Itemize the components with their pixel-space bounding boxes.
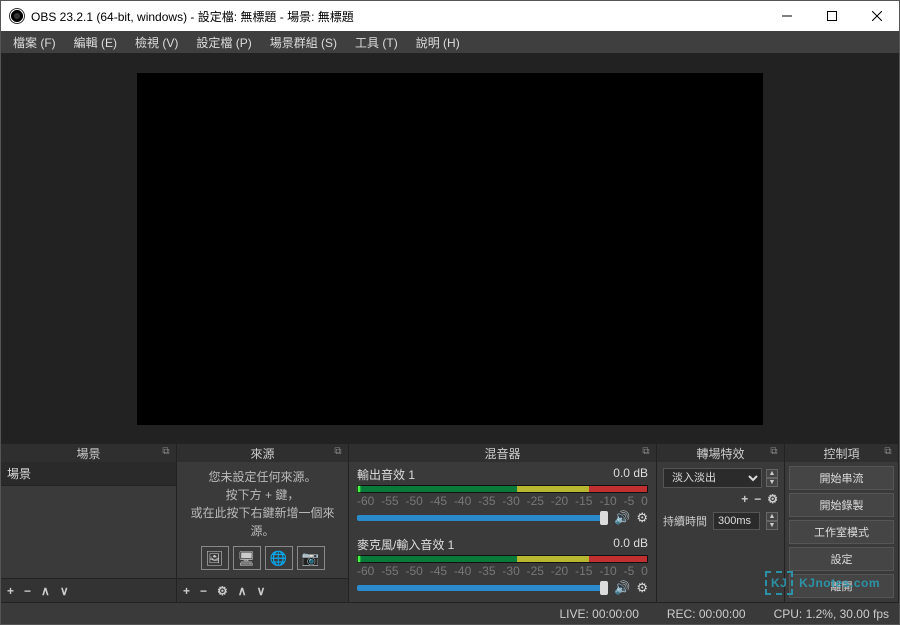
status-live: LIVE: 00:00:00 — [559, 607, 638, 621]
scenes-header: 場景 — [76, 445, 100, 462]
scene-down-button[interactable]: ∨ — [60, 584, 69, 598]
sources-panel: 來源 ⧉ 您未設定任何來源。 按下方 + 鍵， 或在此按下右鍵新增一個來源。 🖼 … — [177, 444, 349, 602]
sources-list[interactable]: 您未設定任何來源。 按下方 + 鍵， 或在此按下右鍵新增一個來源。 🖼 🖥 🌐 … — [177, 462, 348, 578]
undock-icon[interactable]: ⧉ — [640, 446, 652, 458]
transition-spin[interactable]: ▲▼ — [766, 469, 778, 487]
hint-line: 按下方 + 鍵， — [181, 486, 344, 504]
image-source-icon: 🖼 — [201, 546, 229, 570]
transitions-panel: 轉場特效 ⧉ 淡入淡出 ▲▼ + − ⚙ 持續時間 ▲▼ — [657, 444, 785, 602]
bottom-panels: 場景 ⧉ 場景 + − ∧ ∨ 來源 ⧉ 您未設定任何來源。 按下方 + 鍵， 或在… — [1, 444, 899, 602]
controls-panel: 控制項 ⧉ 開始串流 開始錄製 工作室模式 設定 離開 — [785, 444, 899, 602]
exit-button[interactable]: 離開 — [789, 574, 894, 598]
meter-ticks: -60-55-50-45-40-35-30-25-20-15-10-50 — [357, 494, 648, 508]
menu-scene-collection[interactable]: 場景群組 (S) — [262, 32, 345, 53]
remove-source-button[interactable]: − — [200, 584, 207, 598]
preview-canvas[interactable] — [137, 73, 763, 425]
hint-line: 或在此按下右鍵新增一個來源。 — [181, 504, 344, 540]
browser-source-icon: 🌐 — [265, 546, 293, 570]
obs-icon — [9, 8, 25, 24]
transition-select[interactable]: 淡入淡出 — [663, 468, 762, 488]
start-streaming-button[interactable]: 開始串流 — [789, 466, 894, 490]
statusbar: LIVE: 00:00:00 REC: 00:00:00 CPU: 1.2%, … — [1, 602, 899, 624]
scenes-panel: 場景 ⧉ 場景 + − ∧ ∨ — [1, 444, 177, 602]
speaker-icon[interactable]: 🔊 — [614, 580, 630, 596]
preview-area[interactable] — [1, 53, 899, 444]
menu-help[interactable]: 說明 (H) — [408, 32, 468, 53]
audio-meter — [357, 555, 648, 563]
menubar: 檔案 (F) 編輯 (E) 檢視 (V) 設定檔 (P) 場景群組 (S) 工具… — [1, 31, 899, 53]
undock-icon[interactable]: ⧉ — [160, 446, 172, 458]
gear-icon[interactable]: ⚙ — [636, 580, 648, 596]
menu-view[interactable]: 檢視 (V) — [127, 32, 186, 53]
source-settings-button[interactable]: ⚙ — [217, 584, 228, 598]
source-type-icons: 🖼 🖥 🌐 📷 — [177, 544, 348, 574]
status-cpu: CPU: 1.2%, 30.00 fps — [774, 607, 889, 621]
sources-hint: 您未設定任何來源。 按下方 + 鍵， 或在此按下右鍵新增一個來源。 — [177, 462, 348, 544]
transition-settings-button[interactable]: ⚙ — [767, 492, 778, 506]
speaker-icon[interactable]: 🔊 — [614, 510, 630, 526]
studio-mode-button[interactable]: 工作室模式 — [789, 520, 894, 544]
meter-ticks: -60-55-50-45-40-35-30-25-20-15-10-50 — [357, 564, 648, 578]
scene-item[interactable]: 場景 — [1, 462, 176, 486]
maximize-button[interactable] — [809, 1, 854, 31]
menu-file[interactable]: 檔案 (F) — [5, 32, 64, 53]
scene-up-button[interactable]: ∧ — [41, 584, 50, 598]
menu-profile[interactable]: 設定檔 (P) — [188, 32, 259, 53]
display-source-icon: 🖥 — [233, 546, 261, 570]
undock-icon[interactable]: ⧉ — [332, 446, 344, 458]
add-source-button[interactable]: + — [183, 584, 190, 598]
channel-name: 輸出音效 1 — [357, 466, 415, 483]
scenes-toolbar: + − ∧ ∨ — [1, 578, 176, 602]
close-button[interactable] — [854, 1, 899, 31]
settings-button[interactable]: 設定 — [789, 547, 894, 571]
duration-input[interactable] — [713, 512, 760, 530]
mixer-panel: 混音器 ⧉ 輸出音效 1 0.0 dB -60-55-50-45-40-35-30-… — [349, 444, 657, 602]
camera-source-icon: 📷 — [297, 546, 325, 570]
add-transition-button[interactable]: + — [741, 492, 748, 506]
transitions-header: 轉場特效 — [696, 445, 744, 462]
titlebar: OBS 23.2.1 (64-bit, windows) - 設定檔: 無標題 … — [1, 1, 899, 31]
scenes-list[interactable]: 場景 — [1, 462, 176, 578]
remove-scene-button[interactable]: − — [24, 584, 31, 598]
sources-header: 來源 — [250, 445, 274, 462]
volume-slider[interactable] — [357, 585, 608, 591]
gear-icon[interactable]: ⚙ — [636, 510, 648, 526]
minimize-button[interactable] — [764, 1, 809, 31]
controls-header: 控制項 — [823, 445, 859, 462]
undock-icon[interactable]: ⧉ — [768, 446, 780, 458]
volume-slider[interactable] — [357, 515, 608, 521]
window-title: OBS 23.2.1 (64-bit, windows) - 設定檔: 無標題 … — [31, 8, 764, 25]
duration-label: 持續時間 — [663, 513, 707, 529]
hint-line: 您未設定任何來源。 — [181, 468, 344, 486]
menu-tools[interactable]: 工具 (T) — [347, 32, 406, 53]
source-down-button[interactable]: ∨ — [257, 584, 266, 598]
channel-name: 麥克風/輸入音效 1 — [357, 536, 454, 553]
sources-toolbar: + − ⚙ ∧ ∨ — [177, 578, 348, 602]
mixer-channel: 麥克風/輸入音效 1 0.0 dB -60-55-50-45-40-35-30-2… — [349, 532, 656, 602]
mixer-channel: 輸出音效 1 0.0 dB -60-55-50-45-40-35-30-25-20… — [349, 462, 656, 532]
menu-edit[interactable]: 編輯 (E) — [66, 32, 125, 53]
add-scene-button[interactable]: + — [7, 584, 14, 598]
start-recording-button[interactable]: 開始錄製 — [789, 493, 894, 517]
undock-icon[interactable]: ⧉ — [882, 446, 894, 458]
channel-db: 0.0 dB — [613, 536, 648, 553]
mixer-header: 混音器 — [484, 445, 520, 462]
duration-spin[interactable]: ▲▼ — [766, 512, 778, 530]
audio-meter — [357, 485, 648, 493]
remove-transition-button[interactable]: − — [754, 492, 761, 506]
status-rec: REC: 00:00:00 — [667, 607, 746, 621]
channel-db: 0.0 dB — [613, 466, 648, 483]
source-up-button[interactable]: ∧ — [238, 584, 247, 598]
